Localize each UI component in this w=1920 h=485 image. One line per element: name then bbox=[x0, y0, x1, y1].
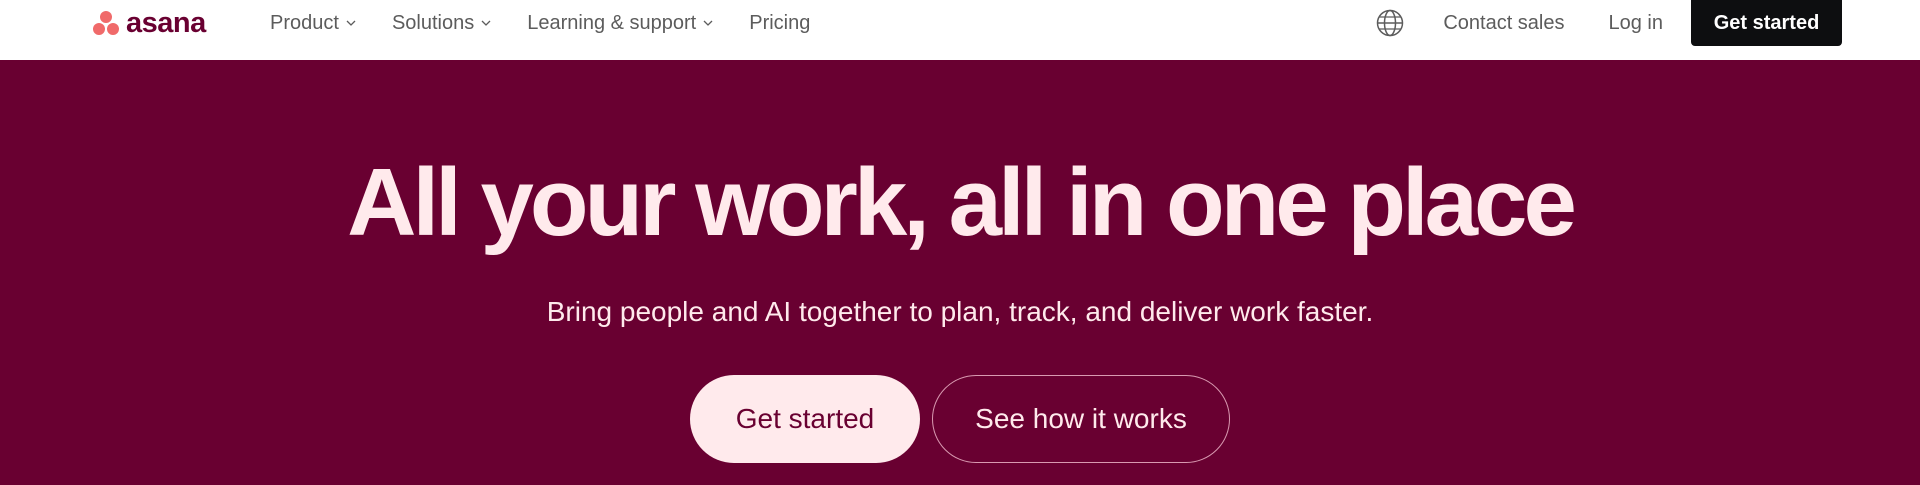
nav-item-label: Learning & support bbox=[527, 11, 697, 34]
nav-item-pricing[interactable]: Pricing bbox=[749, 12, 810, 35]
chevron-down-icon bbox=[481, 20, 491, 26]
asana-dots-logo-icon bbox=[92, 10, 120, 36]
main-nav: Product Solutions Learning & support Pri… bbox=[270, 0, 845, 46]
hero-get-started-button[interactable]: Get started bbox=[690, 375, 920, 463]
hero-title: All your work, all in one place bbox=[347, 149, 1577, 256]
see-how-it-works-button[interactable]: See how it works bbox=[932, 375, 1230, 463]
globe-icon[interactable] bbox=[1375, 8, 1405, 38]
nav-item-learning-support[interactable]: Learning & support bbox=[527, 12, 714, 35]
chevron-down-icon bbox=[346, 20, 356, 26]
asana-logo[interactable]: asana bbox=[92, 8, 206, 38]
nav-item-product[interactable]: Product bbox=[270, 12, 357, 35]
nav-item-label: Solutions bbox=[391, 11, 475, 34]
nav-item-label: Product bbox=[270, 11, 339, 34]
nav-item-label: Pricing bbox=[749, 11, 811, 34]
chevron-down-icon bbox=[703, 20, 713, 26]
get-started-button[interactable]: Get started bbox=[1691, 0, 1842, 46]
top-navigation-bar: asana Product Solutions Learning & suppo… bbox=[0, 0, 1920, 60]
nav-right-actions: Contact sales Log in Get started bbox=[1375, 0, 1920, 46]
logo-wordmark: asana bbox=[126, 7, 206, 39]
nav-item-solutions[interactable]: Solutions bbox=[392, 12, 492, 35]
log-in-link[interactable]: Log in bbox=[1609, 12, 1664, 35]
contact-sales-link[interactable]: Contact sales bbox=[1443, 12, 1564, 35]
hero-cta-row: Get started See how it works bbox=[690, 375, 1230, 463]
hero-subtitle: Bring people and AI together to plan, tr… bbox=[546, 296, 1374, 327]
